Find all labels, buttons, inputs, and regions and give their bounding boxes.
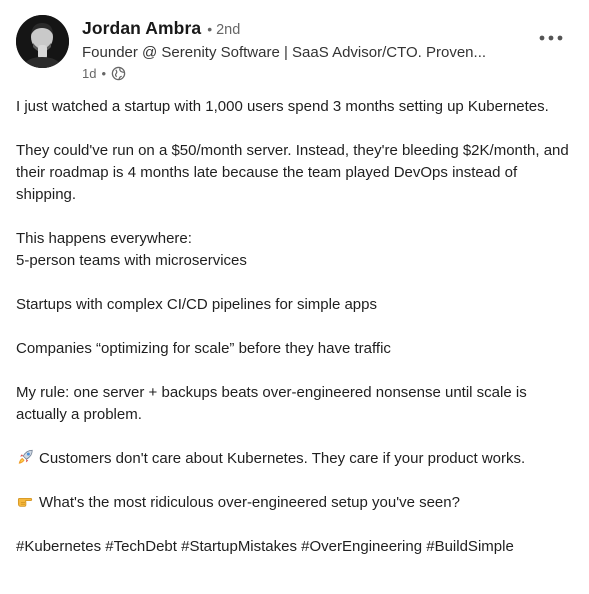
separator-dot: • xyxy=(207,21,213,37)
author-headline: Founder @ Serenity Software | SaaS Advis… xyxy=(82,44,487,61)
post-body: I just watched a startup with 1,000 user… xyxy=(16,96,576,558)
author-line: Jordan Ambra • 2nd xyxy=(82,18,240,40)
rocket-icon xyxy=(16,448,35,466)
post-paragraph: What's the most ridiculous over-engineer… xyxy=(16,492,576,514)
more-horizontal-icon xyxy=(539,35,563,41)
post-text: What's the most ridiculous over-engineer… xyxy=(39,494,460,511)
post-paragraph: This happens everywhere: 5-person teams … xyxy=(16,228,576,272)
feed-post: Jordan Ambra • 2nd Founder @ Serenity So… xyxy=(0,0,589,594)
post-line: 5-person teams with microservices xyxy=(16,252,247,269)
pointing-hand-icon xyxy=(16,492,35,510)
post-meta: 1d • xyxy=(82,64,126,82)
author-name[interactable]: Jordan Ambra xyxy=(82,18,201,39)
avatar[interactable] xyxy=(16,15,69,68)
post-paragraph: My rule: one server + backups beats over… xyxy=(16,384,527,423)
connection-degree: 2nd xyxy=(216,22,241,38)
post-time[interactable]: 1d xyxy=(82,66,96,81)
globe-icon xyxy=(111,66,126,81)
post-paragraph: They could've run on a $50/month server.… xyxy=(16,142,569,203)
post-line: This happens everywhere: xyxy=(16,230,192,247)
post-paragraph: Startups with complex CI/CD pipelines fo… xyxy=(16,296,377,313)
profile-photo xyxy=(16,15,69,68)
more-options-button[interactable] xyxy=(534,26,568,50)
post-hashtags[interactable]: #Kubernetes #TechDebt #StartupMistakes #… xyxy=(16,536,576,558)
separator-dot: • xyxy=(101,65,107,81)
post-paragraph: I just watched a startup with 1,000 user… xyxy=(16,98,549,115)
post-text: Customers don't care about Kubernetes. T… xyxy=(39,450,526,467)
post-paragraph: Customers don't care about Kubernetes. T… xyxy=(16,448,576,470)
post-paragraph: Companies “optimizing for scale” before … xyxy=(16,340,391,357)
